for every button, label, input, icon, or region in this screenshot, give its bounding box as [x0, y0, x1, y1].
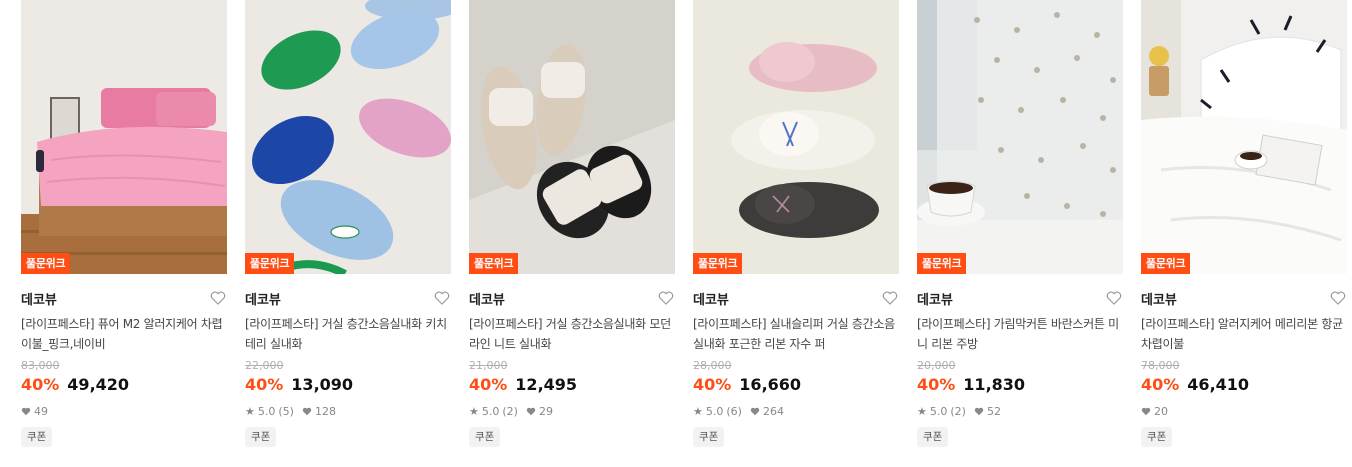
likes: 49 — [21, 405, 48, 418]
coupon-tag: 쿠폰 — [21, 427, 53, 447]
coupon-tag: 쿠폰 — [245, 427, 277, 447]
rating-value: 5.0 — [705, 404, 724, 418]
product-card[interactable]: 풀문위크 데코뷰 [라이프페스타] 거실 층간소음실내화 모던 라인 니트 실내… — [469, 0, 675, 447]
coupon-tag: 쿠폰 — [917, 427, 949, 447]
original-price: 20,000 — [917, 359, 956, 372]
discount-rate: 40% — [245, 375, 284, 394]
review-count: (5) — [278, 404, 294, 418]
product-image[interactable]: 풀문위크 — [21, 0, 227, 274]
coupon-tag: 쿠폰 — [469, 427, 501, 447]
product-title[interactable]: [라이프페스타] 거실 층간소음실내화 모던 라인 니트 실내화 — [469, 314, 675, 354]
product-card[interactable]: 풀문위크 데코뷰 [라이프페스타] 퓨어 M2 알러지케어 차렵이불_핑크,네이… — [21, 0, 227, 447]
promo-badge: 풀문위크 — [693, 253, 743, 274]
wishlist-heart-icon[interactable] — [209, 290, 227, 306]
product-card[interactable]: 풀문위크 데코뷰 [라이프페스타] 알러지케어 메리리본 항균 차렵이불 78,… — [1141, 0, 1347, 447]
product-image[interactable]: 풀문위크 — [693, 0, 899, 274]
brand-name[interactable]: 데코뷰 — [245, 289, 281, 308]
promo-badge: 풀문위크 — [21, 253, 71, 274]
star-icon: ★ — [245, 404, 255, 418]
coupon-tag: 쿠폰 — [1141, 427, 1173, 447]
rating: ★ 5.0 (5) — [245, 405, 294, 418]
star-icon: ★ — [469, 404, 479, 418]
sale-price: 49,420 — [67, 375, 130, 394]
product-title[interactable]: [라이프페스타] 실내슬리퍼 거실 층간소음실내화 포근한 리본 자수 퍼 — [693, 314, 899, 354]
heart-filled-icon — [750, 407, 760, 415]
rating: ★ 5.0 (2) — [917, 405, 966, 418]
likes: 128 — [302, 405, 336, 418]
like-count: 264 — [762, 404, 784, 418]
wishlist-heart-icon[interactable] — [657, 290, 675, 306]
likes: 20 — [1141, 405, 1168, 418]
heart-filled-icon — [21, 407, 31, 415]
likes: 52 — [974, 405, 1001, 418]
brand-name[interactable]: 데코뷰 — [469, 289, 505, 308]
heart-filled-icon — [974, 407, 984, 415]
original-price: 28,000 — [693, 359, 732, 372]
wishlist-heart-icon[interactable] — [1329, 290, 1347, 306]
promo-badge: 풀문위크 — [917, 253, 967, 274]
rating-value: 5.0 — [481, 404, 500, 418]
like-count: 49 — [34, 404, 48, 418]
review-count: (6) — [726, 404, 742, 418]
original-price: 83,000 — [21, 359, 60, 372]
original-price: 21,000 — [469, 359, 508, 372]
review-count: (2) — [950, 404, 966, 418]
star-icon: ★ — [693, 404, 703, 418]
original-price: 22,000 — [245, 359, 284, 372]
rating-value: 5.0 — [929, 404, 948, 418]
product-title[interactable]: [라이프페스타] 가림막커튼 바란스커튼 미니 리본 주방 — [917, 314, 1123, 354]
review-count: (2) — [502, 404, 518, 418]
sale-price: 13,090 — [291, 375, 354, 394]
brand-name[interactable]: 데코뷰 — [917, 289, 953, 308]
heart-filled-icon — [526, 407, 536, 415]
discount-rate: 40% — [1141, 375, 1180, 394]
coupon-tag: 쿠폰 — [693, 427, 725, 447]
product-image[interactable]: 풀문위크 — [469, 0, 675, 274]
product-image[interactable]: 풀문위크 — [245, 0, 451, 274]
like-count: 52 — [986, 404, 1001, 418]
heart-filled-icon — [302, 407, 312, 415]
brand-name[interactable]: 데코뷰 — [1141, 289, 1177, 308]
sale-price: 16,660 — [739, 375, 802, 394]
product-image[interactable]: 풀문위크 — [1141, 0, 1347, 274]
rating: ★ 5.0 (2) — [469, 405, 518, 418]
discount-rate: 40% — [917, 375, 956, 394]
discount-rate: 40% — [469, 375, 508, 394]
star-icon: ★ — [917, 404, 927, 418]
sale-price: 11,830 — [963, 375, 1026, 394]
likes: 29 — [526, 405, 553, 418]
rating: ★ 5.0 (6) — [693, 405, 742, 418]
promo-badge: 풀문위크 — [245, 253, 295, 274]
wishlist-heart-icon[interactable] — [881, 290, 899, 306]
product-card[interactable]: 풀문위크 데코뷰 [라이프페스타] 실내슬리퍼 거실 층간소음실내화 포근한 리… — [693, 0, 899, 447]
promo-badge: 풀문위크 — [469, 253, 519, 274]
promo-badge: 풀문위크 — [1141, 253, 1191, 274]
product-image[interactable]: 풀문위크 — [917, 0, 1123, 274]
like-count: 128 — [314, 404, 336, 418]
product-title[interactable]: [라이프페스타] 알러지케어 메리리본 항균 차렵이불 — [1141, 314, 1347, 354]
discount-rate: 40% — [21, 375, 60, 394]
sale-price: 12,495 — [515, 375, 578, 394]
discount-rate: 40% — [693, 375, 732, 394]
product-card[interactable]: 풀문위크 데코뷰 [라이프페스타] 가림막커튼 바란스커튼 미니 리본 주방 2… — [917, 0, 1123, 447]
rating-value: 5.0 — [257, 404, 276, 418]
brand-name[interactable]: 데코뷰 — [693, 289, 729, 308]
product-card[interactable]: 풀문위크 데코뷰 [라이프페스타] 거실 층간소음실내화 키치 테리 실내화 2… — [245, 0, 451, 447]
product-grid: 풀문위크 데코뷰 [라이프페스타] 퓨어 M2 알러지케어 차렵이불_핑크,네이… — [21, 0, 1347, 447]
product-title[interactable]: [라이프페스타] 퓨어 M2 알러지케어 차렵이불_핑크,네이비 — [21, 314, 227, 354]
wishlist-heart-icon[interactable] — [433, 290, 451, 306]
like-count: 20 — [1154, 404, 1168, 418]
heart-filled-icon — [1141, 407, 1151, 415]
sale-price: 46,410 — [1187, 375, 1250, 394]
wishlist-heart-icon[interactable] — [1105, 290, 1123, 306]
product-title[interactable]: [라이프페스타] 거실 층간소음실내화 키치 테리 실내화 — [245, 314, 451, 354]
brand-name[interactable]: 데코뷰 — [21, 289, 57, 308]
like-count: 29 — [538, 404, 553, 418]
original-price: 78,000 — [1141, 359, 1180, 372]
likes: 264 — [750, 405, 784, 418]
